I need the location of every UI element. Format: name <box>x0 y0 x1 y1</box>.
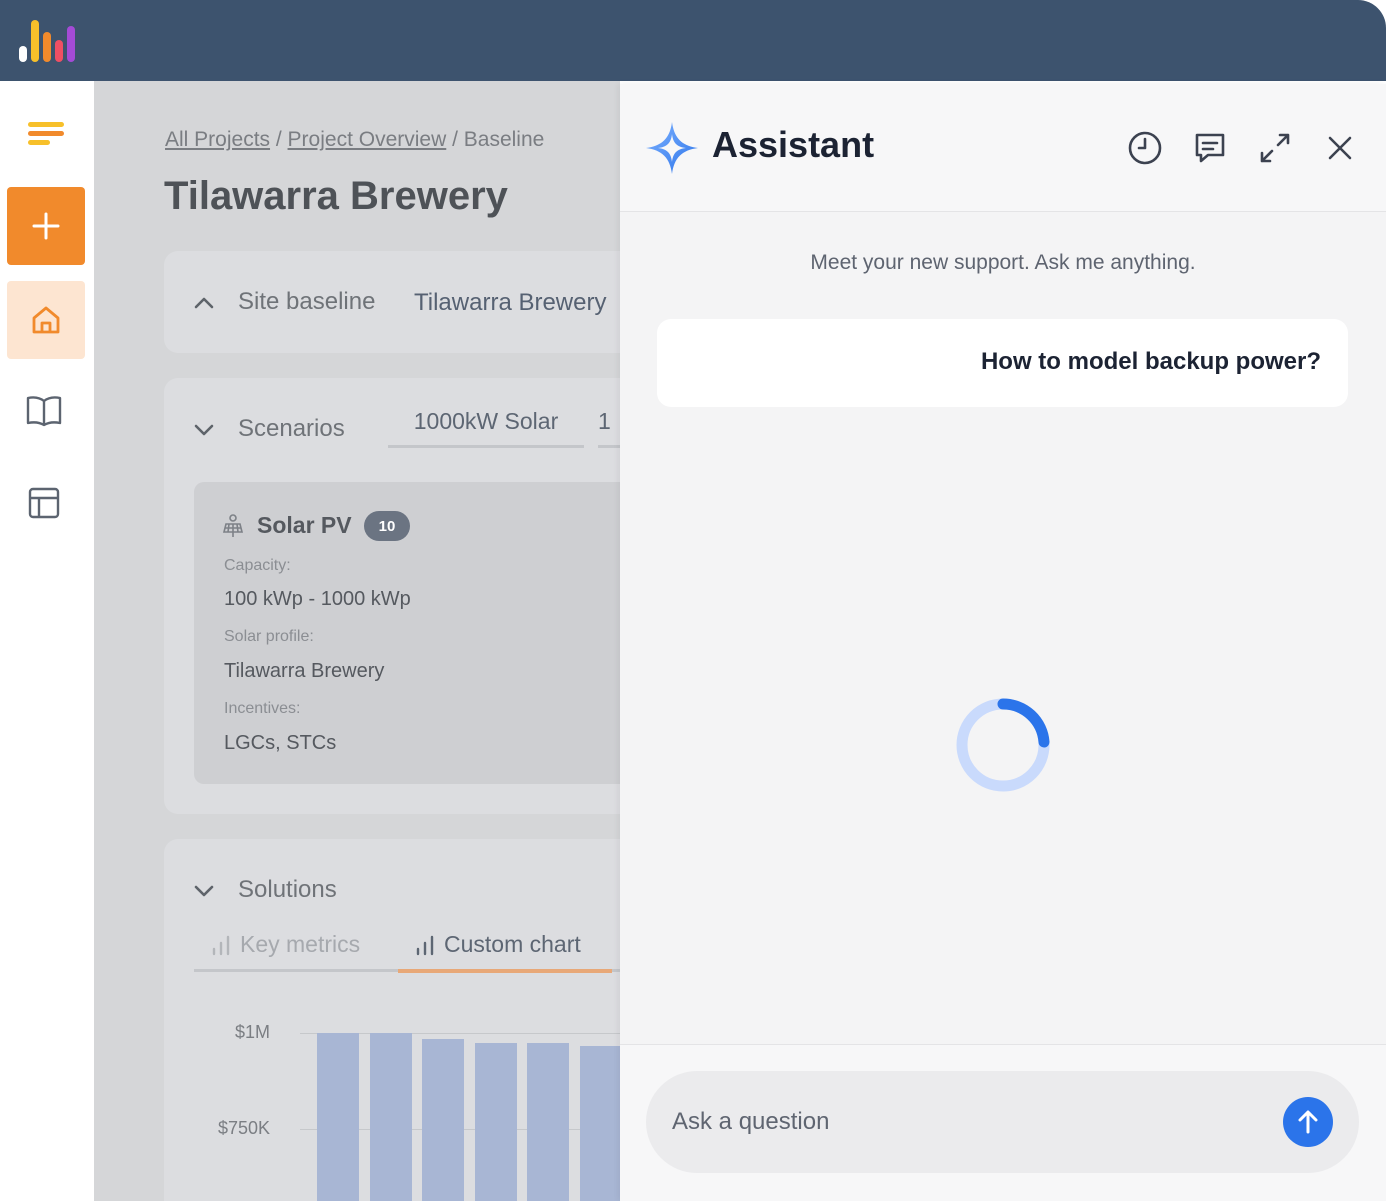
sparkle-icon <box>646 122 698 174</box>
page-title: Tilawarra Brewery <box>164 174 508 218</box>
y-tick-label: $1M <box>234 1022 270 1042</box>
input-area <box>620 1044 1386 1201</box>
y-tick-label: $750K <box>217 1118 270 1138</box>
breadcrumb-project-overview[interactable]: Project Overview <box>288 128 447 151</box>
expand-icon <box>1260 133 1290 163</box>
chat-icon <box>1195 133 1225 163</box>
chart-bar[interactable] <box>422 1038 464 1201</box>
solar-panel-icon <box>222 514 244 537</box>
solar-pv-count-badge: 10 <box>364 511 410 541</box>
solar-pv-title: Solar PV <box>257 512 352 538</box>
loading-spinner-icon <box>956 698 1050 792</box>
history-icon <box>1128 131 1162 165</box>
incentives-label: Incentives: <box>224 700 301 717</box>
history-button[interactable] <box>1125 128 1165 168</box>
capacity-label: Capacity: <box>224 557 291 574</box>
breadcrumb-all-projects[interactable]: All Projects <box>165 128 270 151</box>
custom-chart: $1M $750K <box>164 839 620 1201</box>
home-icon <box>32 306 60 334</box>
breadcrumb: All Projects / Project Overview / Baseli… <box>165 128 544 152</box>
tab-scenario-1000kw-solar[interactable]: 1000kW Solar <box>388 408 584 448</box>
chart-bar[interactable] <box>317 1033 359 1201</box>
site-baseline-card: Site baseline Tilawarra Brewery <box>164 251 620 353</box>
welcome-message: Meet your new support. Ask me anything. <box>810 251 1196 274</box>
new-chat-button[interactable] <box>1190 128 1230 168</box>
menu-icon[interactable] <box>28 119 64 149</box>
chart-bar[interactable] <box>474 1042 517 1201</box>
assistant-header: Assistant <box>620 84 1386 212</box>
add-button[interactable] <box>7 187 85 265</box>
arrow-up-icon <box>1298 1110 1318 1134</box>
layout-icon[interactable] <box>26 485 62 521</box>
solutions-card: Solutions Key metrics Custom chart $1M $… <box>164 839 620 1201</box>
user-message-bubble: How to model backup power? <box>657 319 1348 407</box>
scenarios-card: Scenarios 1000kW Solar 1 Solar PV 10 Cap… <box>164 378 620 814</box>
solar-profile-value: Tilawarra Brewery <box>224 660 385 682</box>
expand-button[interactable] <box>1255 128 1295 168</box>
site-baseline-label: Site baseline <box>238 288 376 315</box>
chevron-up-icon[interactable] <box>192 291 216 315</box>
question-input[interactable] <box>672 1097 1212 1147</box>
nav-home[interactable] <box>7 281 85 359</box>
question-input-container <box>646 1071 1359 1173</box>
breadcrumb-baseline: Baseline <box>463 128 545 151</box>
assistant-panel: Assistant Meet your new support. Ask me … <box>620 84 1386 1201</box>
top-bar <box>0 0 1386 81</box>
close-icon <box>1328 136 1352 160</box>
plus-icon <box>32 212 60 240</box>
main-content: All Projects / Project Overview / Baseli… <box>94 81 620 1201</box>
chart-bar[interactable] <box>527 1042 569 1201</box>
chevron-down-icon[interactable] <box>192 418 216 442</box>
left-nav <box>0 81 94 1201</box>
send-button[interactable] <box>1283 1097 1333 1147</box>
chart-bar[interactable] <box>369 1033 412 1201</box>
incentives-value: LGCs, STCs <box>224 732 337 754</box>
app-logo-icon[interactable] <box>18 16 78 64</box>
user-message-text: How to model backup power? <box>980 348 1321 375</box>
close-button[interactable] <box>1320 128 1360 168</box>
chart-bar[interactable] <box>579 1046 620 1201</box>
site-baseline-value[interactable]: Tilawarra Brewery <box>414 289 606 317</box>
assistant-title: Assistant <box>712 124 875 165</box>
scenarios-label: Scenarios <box>238 415 345 442</box>
breadcrumb-separator: / <box>270 128 288 151</box>
breadcrumb-separator: / <box>446 128 464 151</box>
capacity-value: 100 kWp - 1000 kWp <box>224 588 411 610</box>
book-icon[interactable] <box>24 393 64 429</box>
solar-pv-card: Solar PV 10 Capacity: 100 kWp - 1000 kWp… <box>194 482 620 784</box>
solar-profile-label: Solar profile: <box>224 628 314 645</box>
tab-scenario-2[interactable]: 1 <box>598 408 620 448</box>
